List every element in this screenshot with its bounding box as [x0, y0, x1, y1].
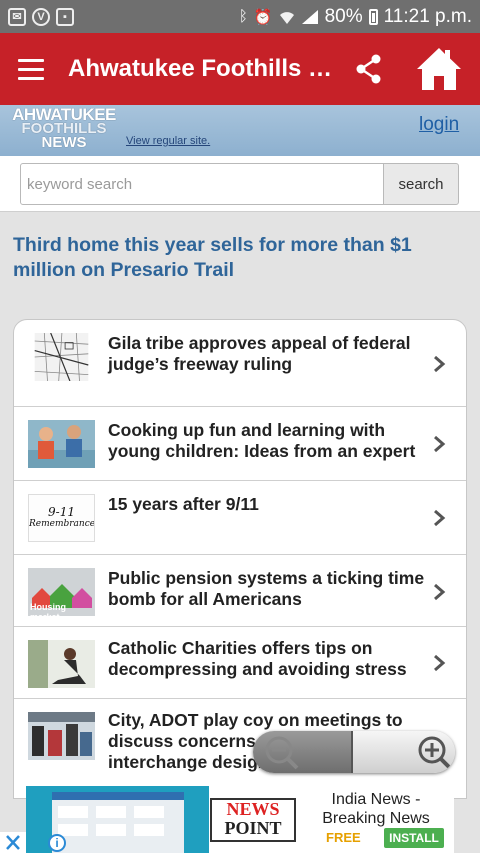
story-title: Public pension systems a ticking time bo… [108, 568, 425, 609]
search-button[interactable]: search [383, 163, 459, 205]
story-thumbnail-kids [28, 420, 95, 468]
status-bar: ✉ V ▪ ᛒ ⏰ 80% 11:21 p.m. [0, 0, 480, 33]
thumb-caption: Remembrance [29, 519, 95, 529]
chevron-right-icon [434, 355, 446, 373]
signal-icon [301, 9, 318, 24]
ad-logo-line2: POINT [224, 818, 282, 838]
login-link[interactable]: login [419, 114, 459, 136]
chevron-right-icon [434, 435, 446, 453]
story-list: Gila tribe approves appeal of federal ju… [13, 319, 467, 799]
logo-line3: NEWS [41, 134, 87, 151]
clock: 11:21 p.m. [383, 5, 472, 27]
view-regular-site-link[interactable]: View regular site. [126, 135, 210, 147]
search-input[interactable] [20, 163, 384, 205]
story-thumbnail-sitting [28, 640, 95, 688]
chevron-right-icon [434, 583, 446, 601]
search-bar: search [0, 156, 480, 212]
site-logo[interactable]: AHWATUKEE FOOTHILLS NEWS [12, 106, 116, 153]
story-thumbnail-map [34, 333, 89, 381]
story-thumbnail-housing: Housing market [28, 568, 95, 616]
brand-strip: AHWATUKEE FOOTHILLS NEWS View regular si… [0, 105, 480, 156]
story-thumbnail-sign: 9-11 Remembrance [28, 494, 95, 542]
notification-icon: ✉ [8, 7, 26, 26]
clipboard-icon: ▪ [56, 7, 74, 26]
story-title: Catholic Charities offers tips on decomp… [108, 638, 407, 679]
status-right: ᛒ ⏰ 80% 11:21 p.m. [239, 6, 472, 28]
zoom-out-button[interactable] [253, 731, 353, 773]
story-item[interactable]: Housing market Public pension systems a … [14, 555, 466, 627]
alarm-icon: ⏰ [253, 8, 273, 26]
ad-title: India News - Breaking News [322, 791, 430, 827]
bluetooth-icon: ᛒ [238, 8, 248, 25]
hamburger-icon-line [18, 67, 44, 71]
hamburger-icon-line [18, 76, 44, 80]
app-title: Ahwatukee Foothills News [68, 55, 336, 82]
chevron-right-icon [434, 509, 446, 527]
story-title: 15 years after 9/11 [108, 494, 259, 514]
ad-install-button[interactable]: INSTALL [384, 828, 444, 848]
chevron-right-icon [434, 654, 446, 672]
story-title: Cooking up fun and learning with young c… [108, 420, 416, 461]
story-item[interactable]: 9-11 Remembrance 15 years after 9/11 [14, 481, 466, 555]
ad-logo-line1: NEWS [226, 799, 280, 819]
ad-banner[interactable]: NEWS POINT India News - Breaking News FR… [26, 786, 454, 853]
vpn-icon: V [32, 7, 50, 26]
ad-price: FREE [326, 830, 361, 845]
thumb-caption: 9-11 [48, 505, 75, 519]
story-item[interactable]: Cooking up fun and learning with young c… [14, 407, 466, 481]
zoom-in-icon[interactable] [413, 731, 455, 773]
ad-info-icon[interactable]: i [48, 834, 66, 852]
status-left-icons: ✉ V ▪ [8, 7, 74, 26]
story-item[interactable]: Catholic Charities offers tips on decomp… [14, 627, 466, 699]
wifi-icon [279, 11, 294, 24]
battery-percent: 80% [324, 5, 363, 27]
thumb-caption: Housing market [30, 602, 66, 616]
battery-icon [368, 8, 378, 25]
ad-close-icon[interactable] [0, 832, 26, 853]
story-thumbnail-crowd [28, 712, 95, 760]
menu-button[interactable] [0, 33, 62, 105]
ad-app-logo: NEWS POINT [210, 798, 296, 842]
zoom-control [253, 731, 455, 773]
zoom-out-icon [265, 736, 299, 770]
share-icon[interactable] [352, 51, 386, 87]
featured-headline-link[interactable]: Third home this year sells for more than… [13, 233, 463, 283]
hamburger-icon-line [18, 58, 44, 62]
story-item[interactable]: Gila tribe approves appeal of federal ju… [14, 320, 466, 407]
app-bar: Ahwatukee Foothills News [0, 33, 480, 105]
home-icon[interactable] [414, 45, 464, 93]
story-title: Gila tribe approves appeal of federal ju… [108, 333, 411, 374]
